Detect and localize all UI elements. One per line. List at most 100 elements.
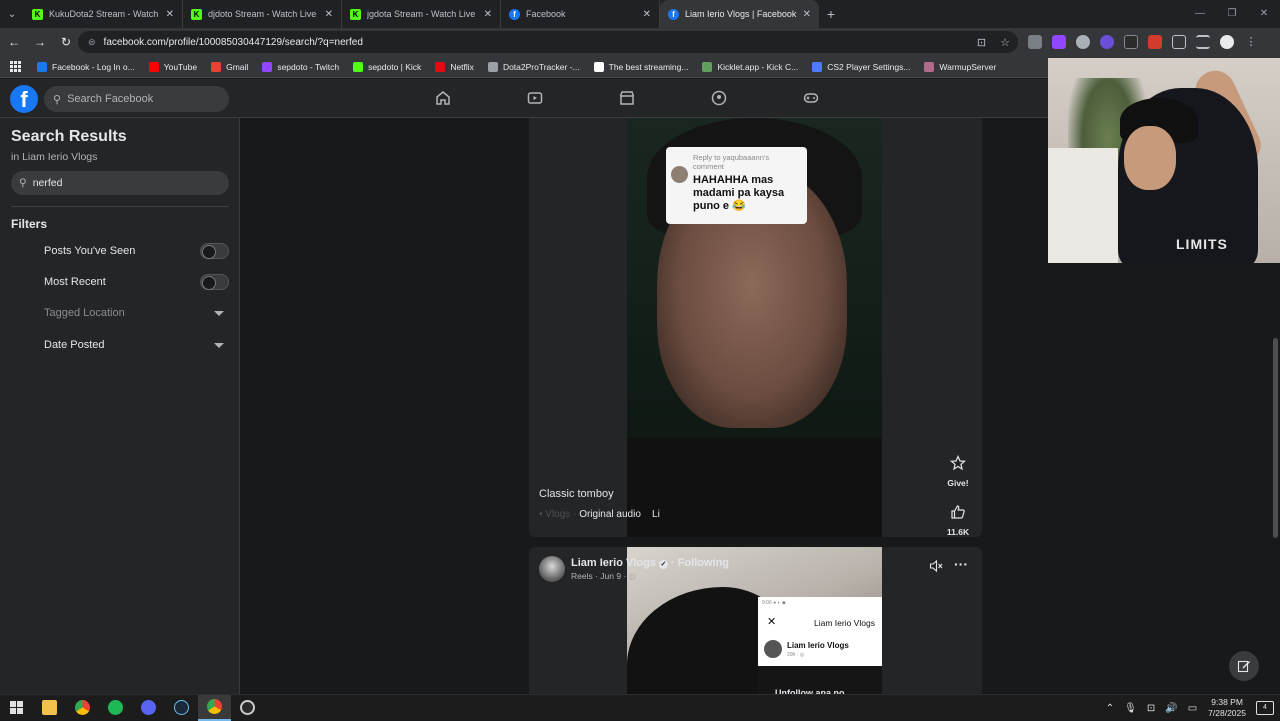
site-info-icon[interactable]: ⊜ — [88, 37, 96, 48]
start-button[interactable] — [0, 695, 33, 721]
more-options-icon[interactable]: ··· — [954, 556, 968, 572]
extension-icon[interactable] — [1148, 35, 1162, 49]
globe-extension-icon[interactable] — [1076, 35, 1090, 49]
mute-icon[interactable] — [929, 559, 943, 576]
bookmark-item[interactable]: sepdoto - Twitch — [262, 61, 339, 72]
restore-icon[interactable]: ❐ — [1216, 0, 1248, 28]
steam-icon[interactable] — [165, 695, 198, 721]
bookmark-label: Gmail — [226, 61, 249, 72]
chrome-active-icon[interactable] — [198, 694, 231, 721]
microphone-icon[interactable]: 🎙 — [1124, 703, 1137, 714]
install-app-icon[interactable]: ⊡ — [977, 36, 986, 49]
bookmark-item[interactable]: sepdoto | Kick — [353, 61, 421, 72]
reel-audio[interactable]: • Vlogs · Original audio Li — [539, 509, 660, 520]
browser-tab-4[interactable]: f Facebook ✕ — [501, 0, 660, 28]
bookmark-item[interactable]: Netflix — [435, 61, 474, 72]
minimize-icon[interactable]: — — [1184, 0, 1216, 28]
like-button[interactable]: 11.6K — [939, 500, 977, 537]
close-tab-icon[interactable]: ✕ — [484, 9, 492, 20]
close-tab-icon[interactable]: ✕ — [166, 9, 174, 20]
filter-most-recent[interactable]: Most Recent — [44, 272, 229, 292]
battery-icon[interactable]: ▭ — [1188, 703, 1197, 714]
bookmark-item[interactable]: Facebook - Log In o... — [37, 61, 135, 72]
bookmark-item[interactable]: Dota2ProTracker -... — [487, 61, 580, 72]
extension-icon[interactable] — [1028, 35, 1042, 49]
author-avatar[interactable] — [539, 556, 565, 582]
spotify-icon[interactable] — [99, 695, 132, 721]
reel-video[interactable]: Reply to yaqubaaann's comment HAHAHHA ma… — [627, 118, 882, 537]
audio-label: Original audio — [579, 509, 641, 520]
profile-avatar-icon[interactable] — [1220, 35, 1234, 49]
extension-icon[interactable] — [1100, 35, 1114, 49]
twitch-extension-icon[interactable] — [1052, 35, 1066, 49]
browser-tab-2[interactable]: K djdoto Stream - Watch Live on ✕ — [183, 0, 342, 28]
close-tab-icon[interactable]: ✕ — [803, 9, 811, 20]
gaming-icon[interactable] — [798, 87, 824, 109]
bookmark-item[interactable]: Gmail — [211, 61, 249, 72]
extension-icon[interactable] — [1124, 35, 1138, 49]
search-scope: in Liam Ierio Vlogs — [11, 151, 98, 163]
discord-icon[interactable] — [132, 695, 165, 721]
back-icon[interactable]: ← — [2, 35, 26, 49]
bookmark-item[interactable]: CS2 Player Settings... — [812, 61, 910, 72]
filter-date-posted[interactable]: Date Posted — [44, 335, 229, 355]
bookmark-favicon-icon — [148, 61, 159, 72]
author-name[interactable]: Liam Ierio Vlogs — [571, 557, 656, 569]
posts-seen-toggle[interactable] — [200, 243, 229, 259]
new-message-button[interactable] — [1229, 651, 1259, 681]
facebook-icon: f — [509, 8, 520, 20]
profile-search-input[interactable]: ⚲ nerfed — [11, 171, 229, 195]
streamer-face — [1124, 126, 1176, 190]
most-recent-toggle[interactable] — [200, 274, 229, 290]
file-explorer-icon[interactable] — [33, 695, 66, 721]
bookmark-item[interactable]: YouTube — [148, 61, 197, 72]
overlay-author: Liam Ierio Vlogs — [787, 641, 849, 650]
bookmark-star-icon[interactable]: ☆ — [1000, 36, 1010, 49]
search-sidebar: Search Results in Liam Ierio Vlogs ⚲ ner… — [0, 118, 240, 694]
filter-tagged-location[interactable]: Tagged Location — [44, 303, 229, 323]
browser-tab-1[interactable]: K KukuDota2 Stream - Watch Live ✕ — [24, 0, 183, 28]
action-label: Give! — [947, 478, 969, 488]
scrollbar-thumb[interactable] — [1273, 338, 1278, 538]
chevron-up-icon[interactable]: ⌃ — [1106, 703, 1114, 714]
overlay-footer: Unfollow ana no — [758, 666, 882, 694]
puzzle-icon[interactable] — [1172, 35, 1186, 49]
facebook-main-nav — [430, 87, 824, 109]
tab-search-button[interactable]: ⌄ — [0, 0, 24, 28]
clock[interactable]: 9:38 PM 7/28/2025 — [1208, 697, 1246, 719]
bookmark-item[interactable]: The best streaming... — [593, 61, 689, 72]
home-icon[interactable] — [430, 87, 456, 109]
network-icon[interactable]: ⊡ — [1147, 703, 1155, 714]
facebook-search-input[interactable]: ⚲ Search Facebook — [44, 86, 229, 112]
new-tab-button[interactable]: + — [819, 6, 843, 22]
facebook-logo[interactable]: f — [10, 85, 38, 113]
give-button[interactable]: Give! — [939, 451, 977, 488]
bookmark-item[interactable]: WarmupServer — [924, 61, 996, 72]
media-control-icon[interactable] — [1196, 35, 1210, 49]
overlay-time: 20h · ◎ — [787, 652, 805, 658]
browser-menu-icon[interactable]: ⋮ — [1244, 35, 1258, 49]
browser-tab-bar: ⌄ K KukuDota2 Stream - Watch Live ✕ K dj… — [0, 0, 1280, 28]
video-icon[interactable] — [522, 87, 548, 109]
reel-video[interactable]: 9:06 ● ◐ ◆ ✕ Liam Ierio Vlogs Liam Ierio… — [627, 547, 882, 694]
notification-center-icon[interactable]: 4 — [1256, 701, 1274, 715]
bookmark-item[interactable]: Kicklet.app - Kick C... — [702, 61, 798, 72]
browser-tab-3[interactable]: K jgdota Stream - Watch Live on ✕ — [342, 0, 501, 28]
forward-icon[interactable]: → — [28, 35, 52, 49]
search-icon: ⚲ — [53, 93, 62, 106]
volume-icon[interactable]: 🔊 — [1165, 703, 1177, 714]
chrome-icon[interactable] — [66, 695, 99, 721]
url-bar[interactable]: ⊜ facebook.com/profile/100085030447129/s… — [78, 31, 1018, 53]
close-window-icon[interactable]: ✕ — [1248, 0, 1280, 28]
obs-icon[interactable] — [231, 695, 264, 721]
close-tab-icon[interactable]: ✕ — [643, 9, 651, 20]
close-tab-icon[interactable]: ✕ — [325, 9, 333, 20]
bookmark-label: The best streaming... — [608, 61, 689, 72]
follow-status[interactable]: Following — [678, 557, 729, 569]
marketplace-icon[interactable] — [614, 87, 640, 109]
apps-grid-icon[interactable] — [10, 61, 21, 72]
filter-posts-seen[interactable]: Posts You've Seen — [44, 241, 229, 261]
reload-icon[interactable]: ↻ — [54, 35, 78, 49]
browser-tab-5[interactable]: f Liam Ierio Vlogs | Facebook ✕ — [660, 0, 819, 28]
groups-icon[interactable] — [706, 87, 732, 109]
